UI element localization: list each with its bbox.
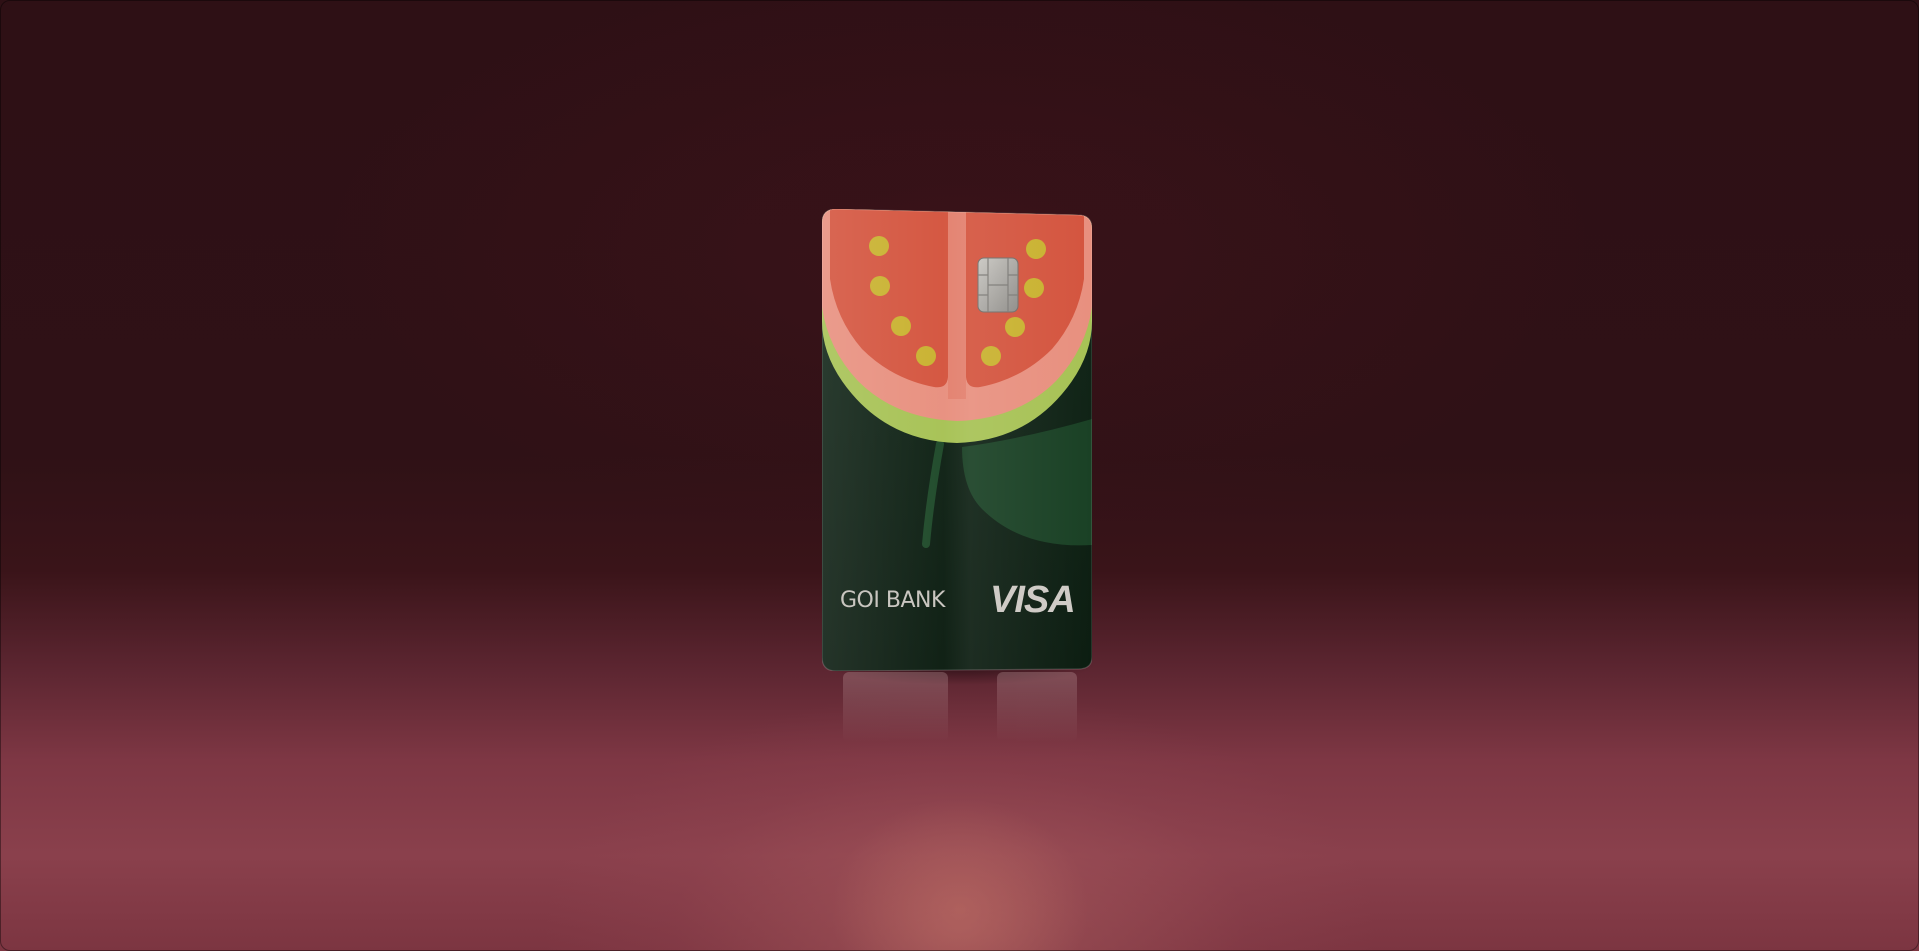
card-network-logo: VISA [990, 579, 1076, 621]
bank-name-label: GOI BANK [840, 588, 945, 613]
reflection-right-stripe [997, 672, 1077, 742]
card-reflection [825, 672, 1095, 742]
bank-card: GOI BANK VISA [822, 209, 1092, 671]
reflection-left-stripe [843, 672, 948, 742]
product-render-scene: GOI BANK VISA [0, 0, 1919, 951]
floor-highlight [800, 760, 1120, 951]
